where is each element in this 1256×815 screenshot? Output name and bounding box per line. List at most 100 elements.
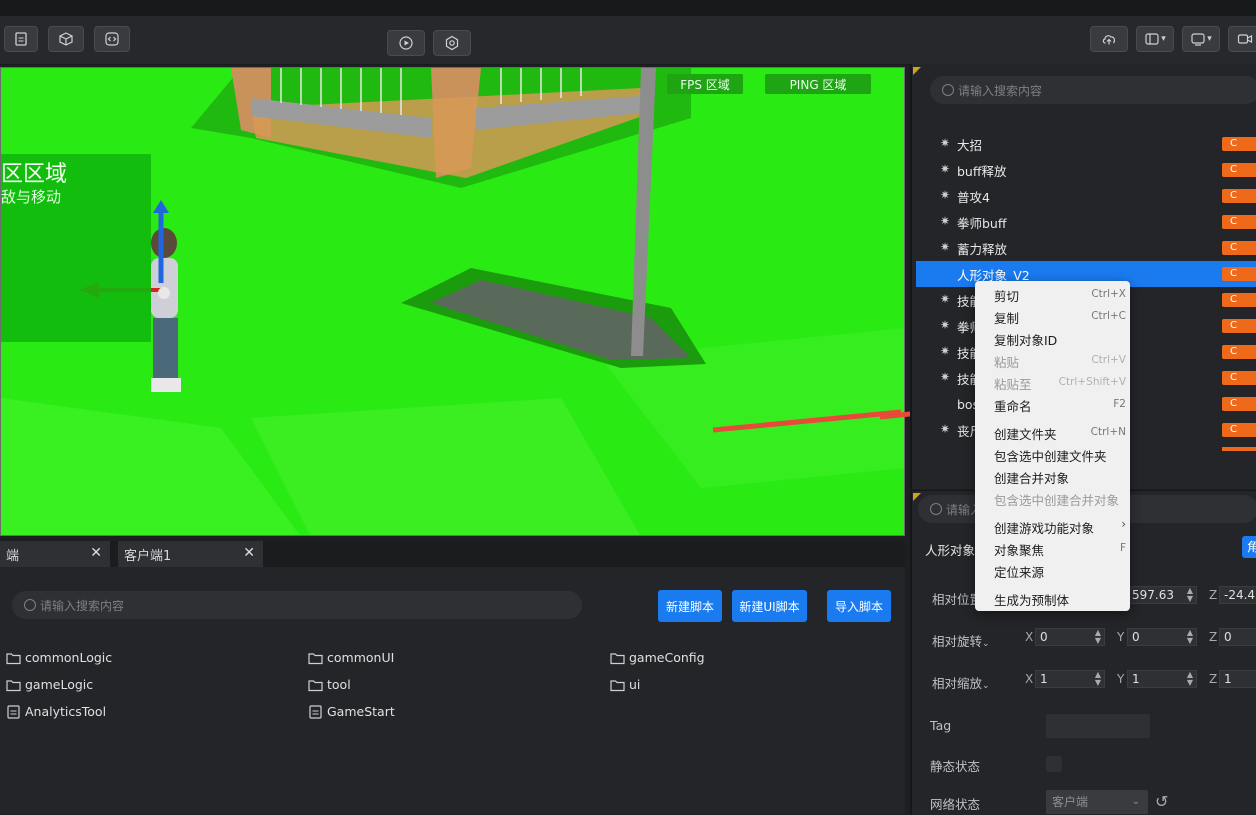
tab-label: 客户端1 bbox=[124, 548, 172, 564]
code-icon bbox=[105, 32, 119, 46]
folder-item[interactable]: ui bbox=[610, 677, 640, 692]
scene-viewport[interactable]: 区区域 敌与移动 FPS 区域 PING 区域 bbox=[0, 67, 905, 536]
camera-button[interactable] bbox=[1228, 26, 1256, 52]
hierarchy-item[interactable]: ✷ 拳师buff C bbox=[916, 209, 1256, 235]
close-icon[interactable]: ✕ bbox=[243, 545, 255, 561]
new-ui-script-button[interactable]: 新建UI脚本 bbox=[732, 590, 807, 622]
position-z-field[interactable]: -24.43 bbox=[1219, 586, 1256, 604]
spinner-icon[interactable]: ▲ ▼ bbox=[1187, 587, 1193, 603]
play-button[interactable] bbox=[387, 30, 425, 56]
rotation-label[interactable]: 相对旋转⌄ bbox=[932, 631, 990, 650]
menu-item-create-folder[interactable]: 创建文件夹 bbox=[994, 424, 1057, 443]
menu-item-copy[interactable]: 复制 bbox=[994, 308, 1019, 327]
object-icon: ✷ bbox=[940, 318, 951, 332]
menu-item-locate-source[interactable]: 定位来源 bbox=[994, 562, 1044, 581]
hierarchy-item[interactable]: ✷ 普攻4 C bbox=[916, 183, 1256, 209]
menu-item-copy-id[interactable]: 复制对象ID bbox=[994, 330, 1057, 349]
client-badge: C bbox=[1222, 267, 1256, 281]
cloud-upload-button[interactable] bbox=[1090, 26, 1128, 52]
tag-input[interactable] bbox=[1046, 714, 1150, 738]
cloud-upload-icon bbox=[1102, 35, 1115, 45]
import-script-button[interactable]: 导入脚本 bbox=[827, 590, 891, 622]
tab-server[interactable]: 端 ✕ bbox=[0, 541, 110, 567]
shortcut-label: Ctrl+V bbox=[1091, 354, 1126, 366]
spinner-icon[interactable]: ▲ ▼ bbox=[1095, 671, 1101, 687]
new-script-button[interactable]: 新建脚本 bbox=[658, 590, 722, 622]
file-name: GameStart bbox=[327, 704, 395, 719]
play-icon bbox=[399, 36, 413, 50]
hierarchy-item[interactable]: ✷ 蓄力释放 C bbox=[916, 235, 1256, 261]
menu-item-focus-object[interactable]: 对象聚焦 bbox=[994, 540, 1044, 559]
folder-item[interactable]: gameConfig bbox=[610, 650, 705, 665]
layout-button[interactable]: ▾ bbox=[1136, 26, 1174, 52]
axis-label: X bbox=[1025, 672, 1034, 686]
rotation-z-field[interactable]: 0 bbox=[1219, 628, 1256, 646]
hierarchy-search-input[interactable]: 请输入搜索内容 bbox=[930, 76, 1256, 104]
scale-z-field[interactable]: 1 bbox=[1219, 670, 1256, 688]
overlay-subtitle: 敌与移动 bbox=[1, 188, 62, 206]
code-button[interactable] bbox=[94, 26, 130, 52]
menu-item-create-merge-object[interactable]: 创建合并对象 bbox=[994, 468, 1069, 487]
scale-x-field[interactable]: 1 ▲ ▼ bbox=[1035, 670, 1105, 688]
network-select[interactable]: 客户端 ⌄ bbox=[1046, 790, 1148, 814]
object-icon: ✷ bbox=[940, 214, 951, 228]
script-item[interactable]: GameStart bbox=[308, 704, 395, 719]
search-icon bbox=[24, 599, 36, 611]
field-value: 1 bbox=[1040, 672, 1048, 686]
rotation-x-field[interactable]: 0 ▲ ▼ bbox=[1035, 628, 1105, 646]
script-item[interactable]: AnalyticsTool bbox=[6, 704, 106, 719]
device-button[interactable]: ▾ bbox=[1182, 26, 1220, 52]
folder-icon bbox=[610, 679, 625, 691]
close-icon[interactable]: ✕ bbox=[90, 545, 102, 561]
folder-item[interactable]: commonLogic bbox=[6, 650, 112, 665]
menu-item-create-game-function-object[interactable]: 创建游戏功能对象 bbox=[994, 518, 1094, 537]
main-toolbar: ▾ ▾ bbox=[0, 16, 1256, 65]
file-name: gameConfig bbox=[629, 650, 705, 665]
shortcut-label: Ctrl+X bbox=[1091, 288, 1126, 300]
axis-label: Y bbox=[1117, 672, 1125, 686]
gear-icon bbox=[445, 35, 459, 51]
search-placeholder: 请输入搜索内容 bbox=[40, 598, 125, 613]
spinner-icon[interactable]: ▲ ▼ bbox=[1187, 671, 1193, 687]
folder-icon bbox=[610, 652, 625, 664]
item-label: buff释放 bbox=[957, 163, 1007, 179]
shortcut-label: Ctrl+Shift+V bbox=[1058, 376, 1126, 388]
menu-item-create-merge-with-selection[interactable]: 包含选中创建合并对象 bbox=[994, 490, 1119, 509]
file-name: AnalyticsTool bbox=[25, 704, 107, 719]
cube-button[interactable] bbox=[48, 26, 84, 52]
role-button[interactable]: 角 bbox=[1242, 536, 1256, 558]
reset-icon[interactable]: ↺ bbox=[1155, 792, 1168, 811]
spinner-icon[interactable]: ▲ ▼ bbox=[1187, 629, 1193, 645]
settings-button[interactable] bbox=[433, 30, 471, 56]
scale-y-field[interactable]: 1 ▲ ▼ bbox=[1127, 670, 1197, 688]
client-badge: C bbox=[1222, 163, 1256, 177]
menu-item-rename[interactable]: 重命名 bbox=[994, 396, 1032, 415]
static-checkbox[interactable] bbox=[1046, 756, 1062, 772]
position-y-field[interactable]: 597.63 ▲ ▼ bbox=[1127, 586, 1197, 604]
object-icon: ✷ bbox=[940, 188, 951, 202]
file-button[interactable] bbox=[4, 26, 38, 52]
axis-label: Z bbox=[1209, 672, 1218, 686]
chevron-down-icon: ▾ bbox=[1207, 34, 1212, 44]
hierarchy-item[interactable]: ✷ buff释放 C bbox=[916, 157, 1256, 183]
folder-item[interactable]: commonUI bbox=[308, 650, 394, 665]
tab-client1[interactable]: 客户端1 ✕ bbox=[118, 541, 263, 567]
chevron-right-icon: › bbox=[1121, 517, 1126, 531]
hierarchy-item[interactable]: ✷ 大招 C bbox=[916, 131, 1256, 157]
folder-item[interactable]: tool bbox=[308, 677, 351, 692]
file-name: gameLogic bbox=[25, 677, 94, 692]
axis-label: Z bbox=[1209, 630, 1218, 644]
folder-item[interactable]: gameLogic bbox=[6, 677, 93, 692]
menu-item-generate-prefab[interactable]: 生成为预制体 bbox=[994, 590, 1069, 609]
menu-item-paste[interactable]: 粘贴 bbox=[994, 352, 1019, 371]
script-search-input[interactable]: 请输入搜索内容 bbox=[12, 591, 582, 619]
file-name: commonUI bbox=[327, 650, 395, 665]
fps-label: FPS 区域 bbox=[667, 74, 743, 94]
scale-label[interactable]: 相对缩放⌄ bbox=[932, 673, 990, 692]
spinner-icon[interactable]: ▲ ▼ bbox=[1095, 629, 1101, 645]
rotation-y-field[interactable]: 0 ▲ ▼ bbox=[1127, 628, 1197, 646]
menu-item-create-folder-with-selection[interactable]: 包含选中创建文件夹 bbox=[994, 446, 1107, 465]
menu-item-paste-to[interactable]: 粘贴至 bbox=[994, 374, 1032, 393]
menu-item-cut[interactable]: 剪切 bbox=[994, 286, 1019, 305]
badge-partial bbox=[1222, 447, 1256, 451]
